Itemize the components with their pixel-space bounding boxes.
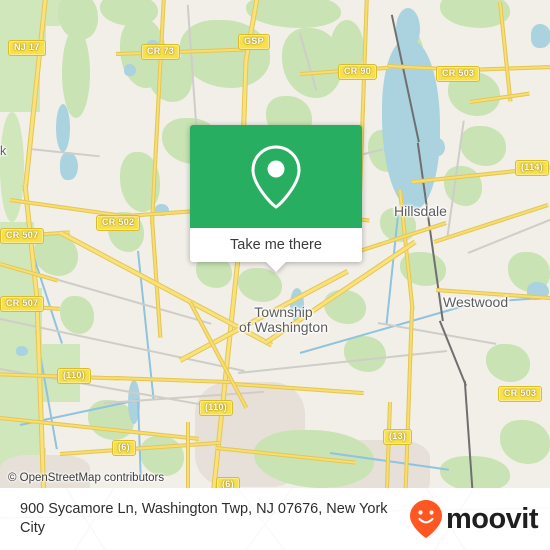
map-canvas[interactable]: NJ 17 CR 73 GSP CR 90 CR 503 (114) CR 502 CR 50… (0, 0, 550, 488)
bottom-bar: 900 Sycamore Ln, Washington Twp, NJ 0767… (0, 488, 550, 550)
minor-road (377, 322, 497, 345)
park-area (460, 126, 506, 166)
pond (431, 138, 445, 156)
pond (56, 104, 70, 152)
take-me-there-label: Take me there (230, 237, 322, 253)
park-area (60, 296, 94, 334)
moovit-wordmark: moovit (445, 502, 539, 535)
road-shield: GSP (238, 34, 270, 50)
popup-tail (265, 261, 287, 272)
park-area (246, 0, 341, 28)
place-label: k (0, 144, 7, 158)
popup-footer[interactable]: Take me there (190, 228, 362, 272)
road-shield: CR 507 (0, 296, 45, 312)
park-area (486, 344, 530, 382)
highway-13 (186, 422, 190, 488)
road-shield: CR 502 (96, 215, 141, 231)
road-shield: (110) (57, 368, 92, 384)
stream (137, 398, 142, 479)
place-label: Hillsdale (394, 203, 447, 219)
lake (396, 8, 420, 50)
popup-header (190, 125, 362, 228)
park-area (62, 28, 90, 118)
road-shield: CR 73 (141, 44, 181, 60)
road-shield: NJ 17 (8, 40, 46, 56)
park-area (148, 54, 192, 102)
park-area (0, 0, 60, 26)
minor-road (237, 350, 447, 374)
pond (124, 64, 136, 76)
road-shield: (6) (112, 440, 136, 456)
pond (60, 152, 78, 180)
place-label: Westwood (443, 294, 509, 310)
road-shield: (110) (199, 400, 234, 416)
township-label-line1: Township (254, 304, 313, 320)
park-area (140, 436, 184, 476)
location-popup[interactable]: Take me there (190, 125, 362, 272)
moovit-brand[interactable]: moovit (409, 499, 539, 539)
pond (16, 346, 28, 356)
park-area (444, 166, 482, 206)
road-shield: (6) (216, 477, 240, 488)
pond (531, 24, 550, 48)
park-area (500, 420, 550, 464)
township-label-line2: of Washington (239, 319, 328, 335)
road-shield: CR 90 (338, 64, 378, 80)
road-shield: (13) (383, 429, 413, 445)
park-area (440, 456, 510, 488)
map-page: NJ 17 CR 73 GSP CR 90 CR 503 (114) CR 502 CR 50… (0, 0, 550, 550)
location-pin-icon (251, 144, 301, 209)
road-shield: CR 503 (498, 386, 543, 402)
park-area (238, 268, 282, 302)
osm-attribution[interactable]: © OpenStreetMap contributors (8, 472, 164, 484)
park-area (344, 336, 386, 372)
address-text: 900 Sycamore Ln, Washington Twp, NJ 0767… (20, 501, 388, 536)
minor-road (467, 218, 550, 254)
township-label: Township of Washington (239, 305, 328, 335)
road-shield: CR 503 (436, 66, 481, 82)
moovit-pin-icon (409, 500, 442, 538)
road-shield: CR 507 (0, 228, 45, 244)
road-shield: (114) (515, 160, 550, 176)
park-area (0, 112, 24, 222)
railway (439, 320, 467, 386)
